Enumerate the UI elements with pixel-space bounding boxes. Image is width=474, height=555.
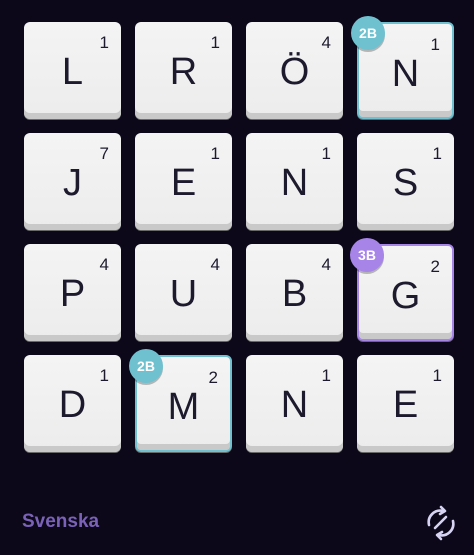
- tile-score: 1: [432, 366, 442, 385]
- tile-score: 1: [321, 144, 331, 163]
- letter-tile[interactable]: J 7: [24, 133, 121, 230]
- tile-letter: S: [392, 162, 419, 204]
- tile-letter: Ö: [279, 51, 310, 93]
- letter-tile[interactable]: N 1: [246, 133, 343, 230]
- tile-letter: L: [61, 51, 84, 93]
- tile-score: 1: [99, 33, 109, 52]
- bonus-badge-2b: 2B: [351, 16, 385, 50]
- bonus-badge-2b: 2B: [129, 349, 163, 383]
- tile-score: 4: [210, 255, 220, 274]
- tile-score: 1: [99, 366, 109, 385]
- tile-letter: N: [280, 162, 309, 204]
- tile-score: 2: [208, 368, 218, 387]
- letter-tile[interactable]: E 1: [357, 355, 454, 452]
- letter-tile[interactable]: R 1: [135, 22, 232, 119]
- tile-score: 4: [321, 33, 331, 52]
- tile-score: 1: [430, 35, 440, 54]
- bonus-badge-3b: 3B: [350, 238, 384, 272]
- letter-tile[interactable]: E 1: [135, 133, 232, 230]
- tile-letter: E: [392, 384, 419, 426]
- tile-letter: B: [281, 273, 308, 315]
- letter-tile[interactable]: P 4: [24, 244, 121, 341]
- tile-score: 1: [432, 144, 442, 163]
- tile-letter: N: [280, 384, 309, 426]
- letter-tile[interactable]: S 1: [357, 133, 454, 230]
- tile-letter: G: [390, 275, 421, 317]
- tile-score: 1: [321, 366, 331, 385]
- tile-score: 2: [430, 257, 440, 276]
- letter-tile[interactable]: N 1: [246, 355, 343, 452]
- tile-letter: P: [59, 273, 86, 315]
- tile-score: 4: [321, 255, 331, 274]
- tile-letter: N: [391, 53, 420, 95]
- language-label: Svenska: [22, 511, 100, 532]
- tile-score: 1: [210, 33, 220, 52]
- letter-tile[interactable]: L 1: [24, 22, 121, 119]
- tile-score: 1: [210, 144, 220, 163]
- tile-score: 4: [99, 255, 109, 274]
- tile-letter: E: [170, 162, 197, 204]
- letter-tile[interactable]: Ö 4: [246, 22, 343, 119]
- tile-letter: M: [167, 386, 200, 428]
- tile-score: 7: [99, 144, 109, 163]
- tile-letter: J: [63, 162, 82, 204]
- tile-letter: R: [169, 51, 198, 93]
- letter-tile[interactable]: B 4: [246, 244, 343, 341]
- refresh-icon[interactable]: [422, 504, 460, 542]
- tile-letter: D: [58, 384, 87, 426]
- letter-tile[interactable]: D 1: [24, 355, 121, 452]
- letter-tile[interactable]: U 4: [135, 244, 232, 341]
- game-board: L 1 R 1 Ö 4 N 1 J 7 E 1 N 1 S 1 P 4 U 4 …: [0, 0, 474, 555]
- tile-letter: U: [169, 273, 198, 315]
